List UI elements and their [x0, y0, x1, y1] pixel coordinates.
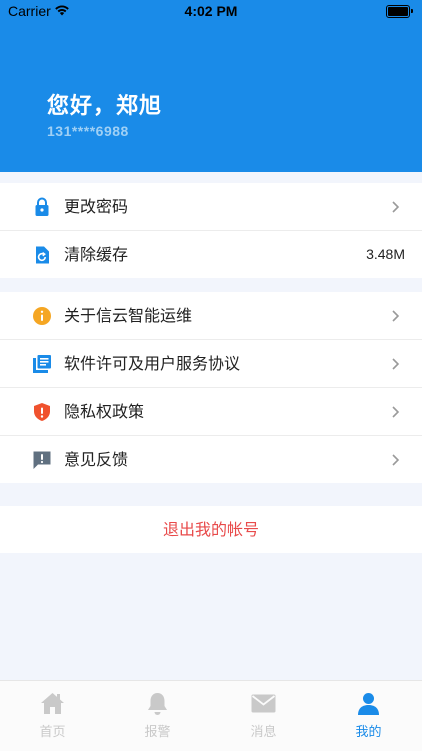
clear-cache-row[interactable]: 清除缓存 3.48M	[0, 231, 422, 278]
tab-home[interactable]: 首页	[0, 681, 105, 751]
cache-size-value: 3.48M	[366, 246, 405, 262]
status-bar: Carrier 4:02 PM	[0, 0, 422, 24]
shield-icon	[34, 403, 50, 421]
about-group: 关于信云智能运维 软件许可及用户服务协议 隐私权政策 意见反馈	[0, 292, 422, 483]
feedback-label: 意见反馈	[64, 450, 129, 469]
license-agreement-row[interactable]: 软件许可及用户服务协议	[0, 340, 422, 388]
profile-header: Carrier 4:02 PM 您好，郑旭 131****6988	[0, 0, 422, 172]
chevron-right-icon	[392, 358, 400, 370]
change-password-row[interactable]: 更改密码	[0, 183, 422, 231]
mail-icon	[251, 694, 276, 713]
chevron-right-icon	[392, 201, 400, 213]
clear-cache-icon	[36, 246, 49, 264]
settings-group: 更改密码 清除缓存 3.48M	[0, 183, 422, 278]
tab-bar: 首页 报警 消息 我的	[0, 680, 422, 751]
tab-mine[interactable]: 我的	[316, 681, 421, 751]
bell-icon	[148, 693, 167, 715]
tab-messages-label: 消息	[250, 725, 277, 740]
feedback-icon	[33, 451, 51, 469]
privacy-policy-row[interactable]: 隐私权政策	[0, 388, 422, 436]
chevron-right-icon	[392, 454, 400, 466]
about-app-label: 关于信云智能运维	[64, 306, 193, 325]
tab-messages[interactable]: 消息	[211, 681, 316, 751]
info-icon	[33, 307, 51, 325]
clock: 4:02 PM	[184, 3, 238, 19]
greeting-text: 您好，郑旭	[47, 94, 163, 119]
phone-number: 131****6988	[47, 123, 129, 139]
tab-alarm-label: 报警	[144, 725, 171, 740]
about-app-row[interactable]: 关于信云智能运维	[0, 292, 422, 340]
license-agreement-label: 软件许可及用户服务协议	[64, 354, 241, 373]
change-password-label: 更改密码	[64, 197, 129, 216]
battery-icon	[386, 5, 413, 18]
chevron-right-icon	[392, 310, 400, 322]
document-icon	[33, 355, 51, 373]
home-icon	[41, 693, 64, 714]
tab-alarm[interactable]: 报警	[105, 681, 210, 751]
logout-button[interactable]: 退出我的帐号	[0, 506, 422, 553]
feedback-row[interactable]: 意见反馈	[0, 436, 422, 483]
tab-home-label: 首页	[39, 725, 66, 740]
chevron-right-icon	[392, 406, 400, 418]
privacy-policy-label: 隐私权政策	[64, 402, 145, 421]
tab-mine-label: 我的	[355, 725, 382, 740]
user-icon	[358, 693, 379, 715]
lock-icon	[35, 197, 49, 216]
clear-cache-label: 清除缓存	[64, 245, 129, 264]
